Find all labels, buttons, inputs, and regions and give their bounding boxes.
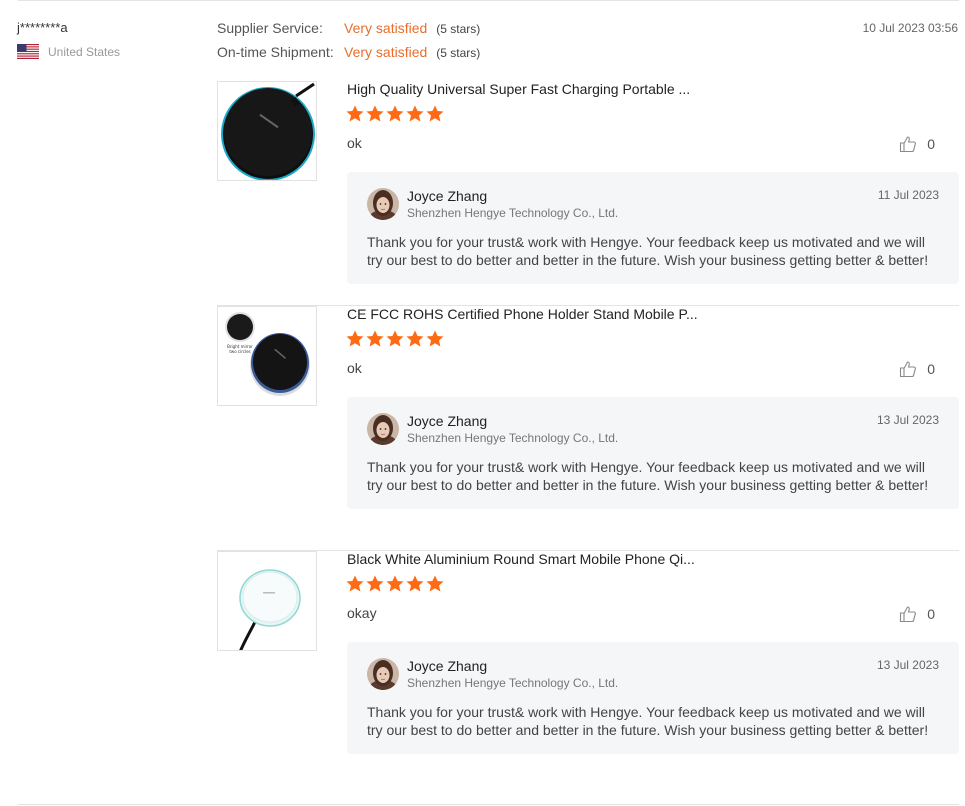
rating-label: Supplier Service: [217,20,323,36]
product-title-link[interactable]: Black White Aluminium Round Smart Mobile… [347,551,695,567]
like-count: 0 [927,606,935,622]
wireless-charger-image [221,82,315,180]
star-icon [366,575,384,592]
rating-stars-text: (5 stars) [436,46,481,60]
rating-stars-text: (5 stars) [436,22,481,36]
top-divider [18,0,959,1]
buyer-info: j********a United States [17,20,207,59]
avatar [367,413,399,445]
review-date: 10 Jul 2023 03:56 [862,21,958,35]
like-button[interactable]: 0 [899,135,935,153]
avatar [367,188,399,220]
star-icon [426,105,444,122]
wireless-charger-image: Bright mirror two circles [225,312,310,396]
reply-author-name: Joyce Zhang [407,413,488,429]
svg-text:two circles: two circles [229,349,250,354]
rating-on-time-shipment: On-time Shipment: Very satisfied (5 star… [217,44,480,68]
buyer-country: United States [17,44,207,59]
star-icon [406,575,424,592]
reply-text: Thank you for your trust& work with Heng… [367,704,929,738]
product-thumbnail[interactable] [217,81,317,181]
star-icon [346,575,364,592]
supplier-reply: Joyce Zhang Shenzhen Hengye Technology C… [347,172,959,284]
star-icon [366,330,384,347]
star-icon [366,105,384,122]
reply-date: 13 Jul 2023 [876,413,939,427]
like-button[interactable]: 0 [899,360,935,378]
country-name: United States [48,44,121,59]
product-thumbnail[interactable] [217,551,317,651]
star-rating [345,104,445,124]
review-comment: ok [347,135,362,151]
avatar [367,658,399,690]
star-icon [386,575,404,592]
supplier-reply: Joyce Zhang Shenzhen Hengye Technology C… [347,397,959,509]
star-icon [406,330,424,347]
like-count: 0 [927,136,935,152]
reply-date: 13 Jul 2023 [876,658,939,672]
review-comment: ok [347,360,362,376]
star-icon [426,575,444,592]
star-rating [345,574,445,594]
reply-company: Shenzhen Hengye Technology Co., Ltd. [407,206,619,220]
supplier-ratings: Supplier Service: Very satisfied (5 star… [217,20,480,68]
star-icon [386,105,404,122]
bottom-divider [18,804,959,805]
thumbs-up-icon [900,136,917,153]
reply-text: Thank you for your trust& work with Heng… [367,459,929,493]
star-rating [345,329,445,349]
thumbs-up-icon [900,361,917,378]
wireless-charger-image [239,569,301,650]
supplier-reply: Joyce Zhang Shenzhen Hengye Technology C… [347,642,959,754]
star-icon [426,330,444,347]
like-count: 0 [927,361,935,377]
rating-value: Very satisfied [344,20,428,36]
star-icon [386,330,404,347]
like-button[interactable]: 0 [899,605,935,623]
reply-company: Shenzhen Hengye Technology Co., Ltd. [407,431,619,445]
reply-author-name: Joyce Zhang [407,188,488,204]
star-icon [406,105,424,122]
rating-value: Very satisfied [344,44,428,60]
buyer-name: j********a [17,20,68,35]
product-title-link[interactable]: High Quality Universal Super Fast Chargi… [347,81,690,97]
reply-author-name: Joyce Zhang [407,658,488,674]
rating-supplier-service: Supplier Service: Very satisfied (5 star… [217,20,480,44]
product-thumbnail[interactable]: Bright mirror two circles [217,306,317,406]
reply-date: 11 Jul 2023 [877,188,939,202]
us-flag-icon [17,44,39,59]
review-comment: okay [347,605,377,621]
reply-text: Thank you for your trust& work with Heng… [367,234,929,268]
star-icon [346,330,364,347]
reply-company: Shenzhen Hengye Technology Co., Ltd. [407,676,619,690]
star-icon [346,105,364,122]
thumbs-up-icon [900,606,917,623]
product-title-link[interactable]: CE FCC ROHS Certified Phone Holder Stand… [347,306,698,322]
rating-label: On-time Shipment: [217,44,334,60]
